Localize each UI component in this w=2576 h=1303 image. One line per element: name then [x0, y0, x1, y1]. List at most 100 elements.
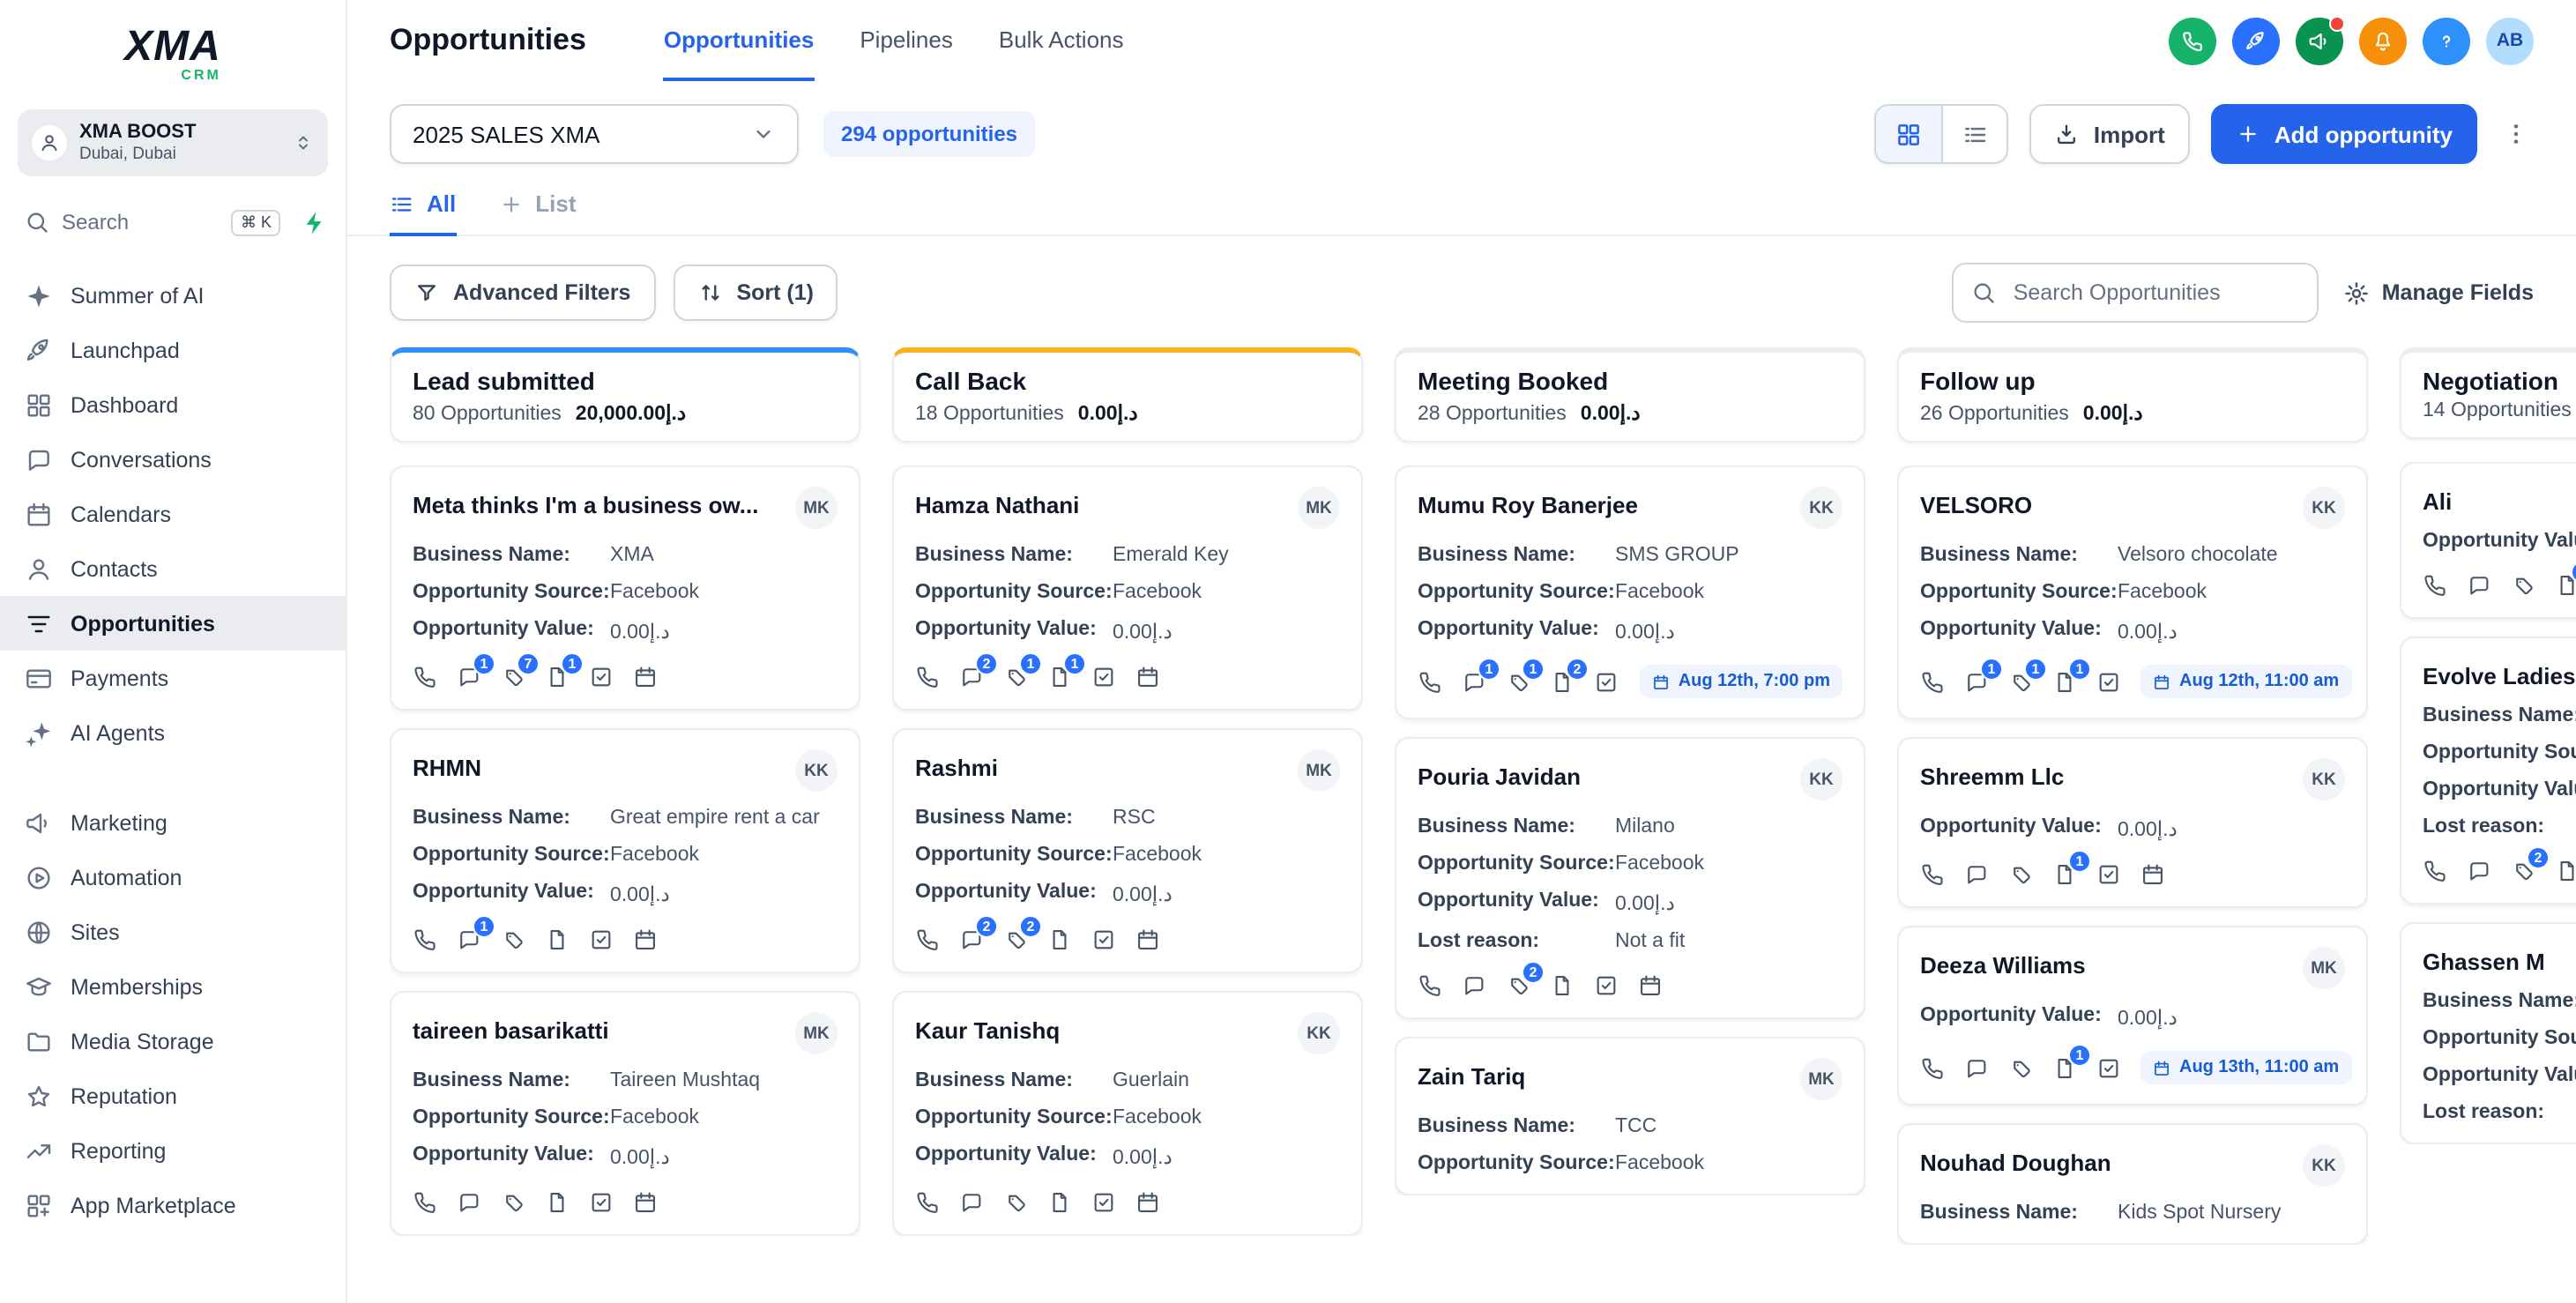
check-action[interactable] — [2096, 1055, 2121, 1080]
sidebar-item-conversations[interactable]: Conversations — [0, 432, 346, 487]
assignee-avatar[interactable]: MK — [795, 1012, 838, 1054]
search-opportunities-input[interactable] — [2010, 279, 2299, 307]
assignee-avatar[interactable]: KK — [2303, 487, 2345, 529]
tag-action[interactable]: 2 — [2511, 859, 2535, 883]
sidebar-item-payments[interactable]: Payments — [0, 651, 346, 705]
note-action[interactable]: 1 — [2052, 1055, 2077, 1080]
sidebar-item-marketing[interactable]: Marketing — [0, 795, 346, 850]
opportunity-card[interactable]: VELSOROKKBusiness Name:Velsoro chocolate… — [1897, 465, 2368, 719]
calendar-action[interactable] — [1638, 973, 1663, 998]
sidebar-item-memberships[interactable]: Memberships — [0, 959, 346, 1014]
phone-action[interactable] — [413, 665, 437, 689]
chat-action[interactable] — [2467, 859, 2491, 883]
assignee-avatar[interactable]: MK — [1298, 749, 1340, 792]
check-action[interactable] — [589, 1190, 614, 1215]
phone-action[interactable] — [1920, 669, 1945, 694]
phone-action[interactable] — [1920, 1055, 1945, 1080]
sidebar-item-dashboard[interactable]: Dashboard — [0, 377, 346, 432]
check-action[interactable] — [1091, 1190, 1116, 1215]
sidebar-item-calendars[interactable]: Calendars — [0, 487, 346, 541]
assignee-avatar[interactable]: KK — [2303, 758, 2345, 800]
list-view-button[interactable] — [1942, 106, 2007, 162]
tag-action[interactable] — [2511, 573, 2535, 598]
opportunity-card[interactable]: Shreemm LlcKKOpportunity Value:0.00د.إ1 — [1897, 737, 2368, 908]
chat-action[interactable] — [1964, 1055, 1989, 1080]
phone-action[interactable] — [1418, 669, 1442, 694]
account-switcher[interactable]: XMA BOOST Dubai, Dubai — [18, 109, 328, 176]
calendar-action[interactable] — [633, 927, 658, 952]
chat-action[interactable]: 1 — [1462, 669, 1486, 694]
tag-action[interactable]: 2 — [1506, 973, 1530, 998]
tag-action[interactable] — [1003, 1190, 1028, 1215]
sidebar-item-reporting[interactable]: Reporting — [0, 1123, 346, 1178]
phone-action[interactable] — [2423, 573, 2447, 598]
grid-view-button[interactable] — [1877, 106, 1942, 162]
chat-action[interactable]: 2 — [959, 665, 984, 689]
opportunity-card[interactable]: Evolve LadiesBusiness Name:Opportunity S… — [2400, 637, 2576, 905]
check-action[interactable] — [2096, 862, 2121, 887]
note-action[interactable]: 1 — [2052, 669, 2077, 694]
sidebar-item-automation[interactable]: Automation — [0, 850, 346, 905]
assignee-avatar[interactable]: MK — [795, 487, 838, 529]
opportunity-card[interactable]: Nouhad DoughanKKBusiness Name:Kids Spot … — [1897, 1123, 2368, 1245]
tag-action[interactable] — [2008, 862, 2033, 887]
add-opportunity-button[interactable]: Add opportunity — [2211, 104, 2477, 164]
note-action[interactable]: 1 — [545, 665, 570, 689]
opportunity-card[interactable]: Zain TariqMKBusiness Name:TCCOpportunity… — [1395, 1037, 1865, 1195]
calendar-action[interactable] — [633, 665, 658, 689]
assignee-avatar[interactable]: KK — [2303, 1144, 2345, 1187]
sort-button[interactable]: Sort (1) — [673, 264, 838, 321]
check-action[interactable] — [1594, 973, 1619, 998]
sidebar-item-contacts[interactable]: Contacts — [0, 541, 346, 596]
assignee-avatar[interactable]: KK — [1800, 487, 1843, 529]
phone-action[interactable] — [413, 1190, 437, 1215]
assignee-avatar[interactable]: MK — [1298, 487, 1340, 529]
chat-action[interactable] — [457, 1190, 481, 1215]
search-input[interactable]: Search ⌘ K — [18, 197, 287, 247]
import-button[interactable]: Import — [2030, 104, 2190, 164]
note-action[interactable]: 1 — [1047, 665, 1072, 689]
note-action[interactable] — [545, 1190, 570, 1215]
tag-action[interactable]: 1 — [1003, 665, 1028, 689]
check-action[interactable] — [589, 927, 614, 952]
chat-action[interactable] — [2467, 573, 2491, 598]
assignee-avatar[interactable]: MK — [2303, 947, 2345, 989]
opportunity-card[interactable]: Meta thinks I'm a business ow...MKBusine… — [390, 465, 860, 711]
sidebar-item-app-marketplace[interactable]: App Marketplace — [0, 1178, 346, 1232]
chat-action[interactable] — [1964, 862, 1989, 887]
call-button[interactable] — [2169, 17, 2216, 64]
launchpad-button[interactable] — [2232, 17, 2280, 64]
check-action[interactable] — [2096, 669, 2121, 694]
pipeline-select[interactable]: 2025 SALES XMA — [390, 104, 799, 164]
assignee-avatar[interactable]: KK — [795, 749, 838, 792]
sidebar-item-reputation[interactable]: Reputation — [0, 1068, 346, 1123]
chat-action[interactable] — [959, 1190, 984, 1215]
opportunity-count-badge[interactable]: 294 opportunities — [823, 111, 1035, 157]
sidebar-item-ai-agents[interactable]: AI Agents — [0, 705, 346, 760]
tab-pipelines[interactable]: Pipelines — [860, 0, 953, 81]
check-action[interactable] — [1091, 927, 1116, 952]
chat-action[interactable] — [1462, 973, 1486, 998]
sidebar-item-sites[interactable]: Sites — [0, 905, 346, 959]
user-avatar[interactable]: AB — [2486, 17, 2534, 64]
note-action[interactable] — [1047, 1190, 1072, 1215]
tag-action[interactable] — [501, 1190, 525, 1215]
calendar-action[interactable] — [1135, 665, 1160, 689]
sidebar-item-opportunities[interactable]: Opportunities — [0, 596, 346, 651]
manage-fields-button[interactable]: Manage Fields — [2343, 279, 2534, 306]
opportunity-card[interactable]: Kaur TanishqKKBusiness Name:GuerlainOppo… — [892, 991, 1363, 1236]
phone-action[interactable] — [1920, 862, 1945, 887]
opportunity-card[interactable]: RashmiMKBusiness Name:RSCOpportunity Sou… — [892, 728, 1363, 973]
quick-actions-button[interactable] — [302, 209, 328, 235]
assignee-avatar[interactable]: KK — [1298, 1012, 1340, 1054]
opportunity-card[interactable]: Mumu Roy BanerjeeKKBusiness Name:SMS GRO… — [1395, 465, 1865, 719]
note-action[interactable] — [545, 927, 570, 952]
note-action[interactable]: 1 — [2052, 862, 2077, 887]
phone-action[interactable] — [1418, 973, 1442, 998]
tag-action[interactable]: 7 — [501, 665, 525, 689]
tag-action[interactable]: 2 — [1003, 927, 1028, 952]
more-options-button[interactable] — [2498, 116, 2534, 152]
note-action[interactable]: 1 — [2555, 573, 2576, 598]
calendar-action[interactable] — [633, 1190, 658, 1215]
announcements-button[interactable] — [2296, 17, 2343, 64]
